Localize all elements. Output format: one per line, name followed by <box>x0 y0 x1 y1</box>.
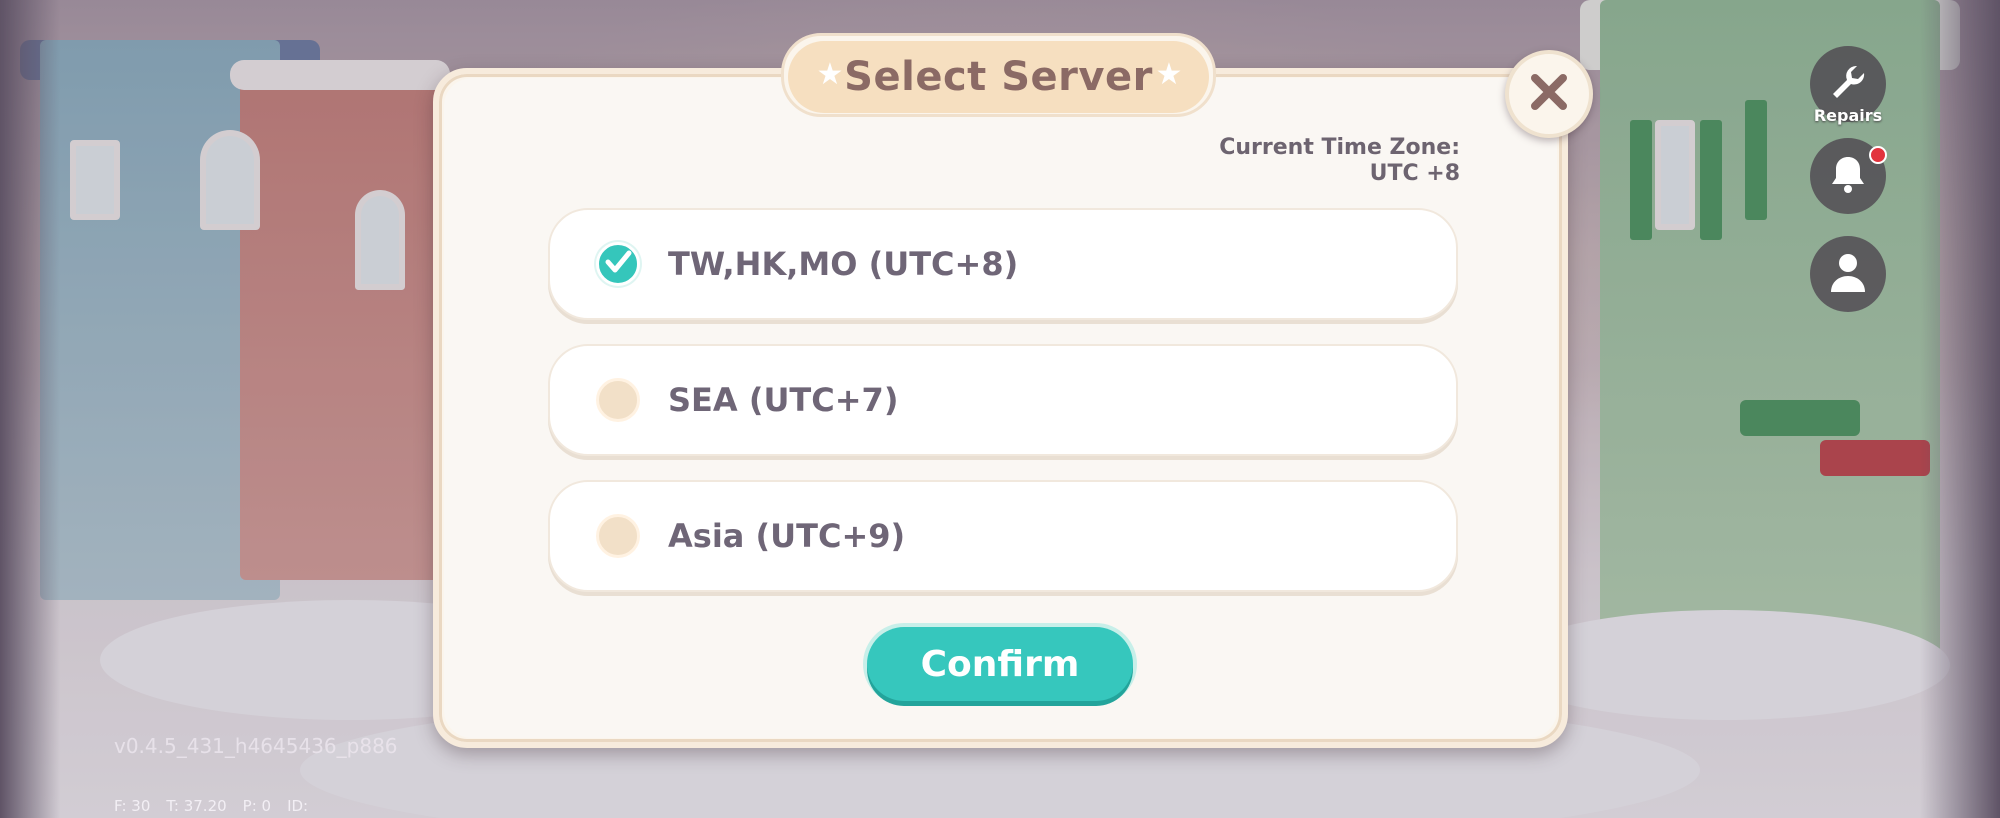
profile-button[interactable] <box>1810 236 1886 312</box>
stat-f: F: 30 <box>114 797 151 815</box>
time-zone-label: Current Time Zone: <box>1219 135 1460 160</box>
stat-t: T: 37.20 <box>166 797 227 815</box>
radio-unchecked[interactable] <box>596 514 640 558</box>
server-option-asia[interactable]: Asia (UTC+9) <box>548 480 1458 592</box>
person-icon <box>1828 250 1868 298</box>
star-icon: ★ <box>1155 57 1183 92</box>
star-icon: ★ <box>816 57 844 92</box>
time-zone-value: UTC +8 <box>1369 161 1460 186</box>
close-button[interactable] <box>1505 50 1593 138</box>
radio-unchecked[interactable] <box>596 378 640 422</box>
server-option-label: SEA (UTC+7) <box>668 381 899 419</box>
version-text: v0.4.5_431_h4645436_p886 <box>114 734 398 758</box>
dialog-title: Select Server <box>844 54 1153 100</box>
check-icon <box>603 247 633 281</box>
server-option-label: Asia (UTC+9) <box>668 517 906 555</box>
wrench-icon <box>1826 60 1870 108</box>
debug-stats: F: 30 T: 37.20 P: 0 ID: <box>114 797 308 815</box>
confirm-label: Confirm <box>920 643 1080 685</box>
stat-p: P: 0 <box>242 797 272 815</box>
notification-dot <box>1869 146 1887 164</box>
server-option-sea[interactable]: SEA (UTC+7) <box>548 344 1458 456</box>
confirm-button[interactable]: Confirm <box>867 627 1133 701</box>
radio-checked[interactable] <box>596 242 640 286</box>
server-option-tw-hk-mo[interactable]: TW,HK,MO (UTC+8) <box>548 208 1458 320</box>
stat-id: ID: <box>287 797 309 815</box>
bell-icon <box>1828 153 1868 199</box>
repairs-label: Repairs <box>1813 106 1883 125</box>
dialog-title-pill: Select Server <box>788 41 1209 113</box>
server-option-label: TW,HK,MO (UTC+8) <box>668 245 1019 283</box>
close-icon <box>1528 71 1570 117</box>
